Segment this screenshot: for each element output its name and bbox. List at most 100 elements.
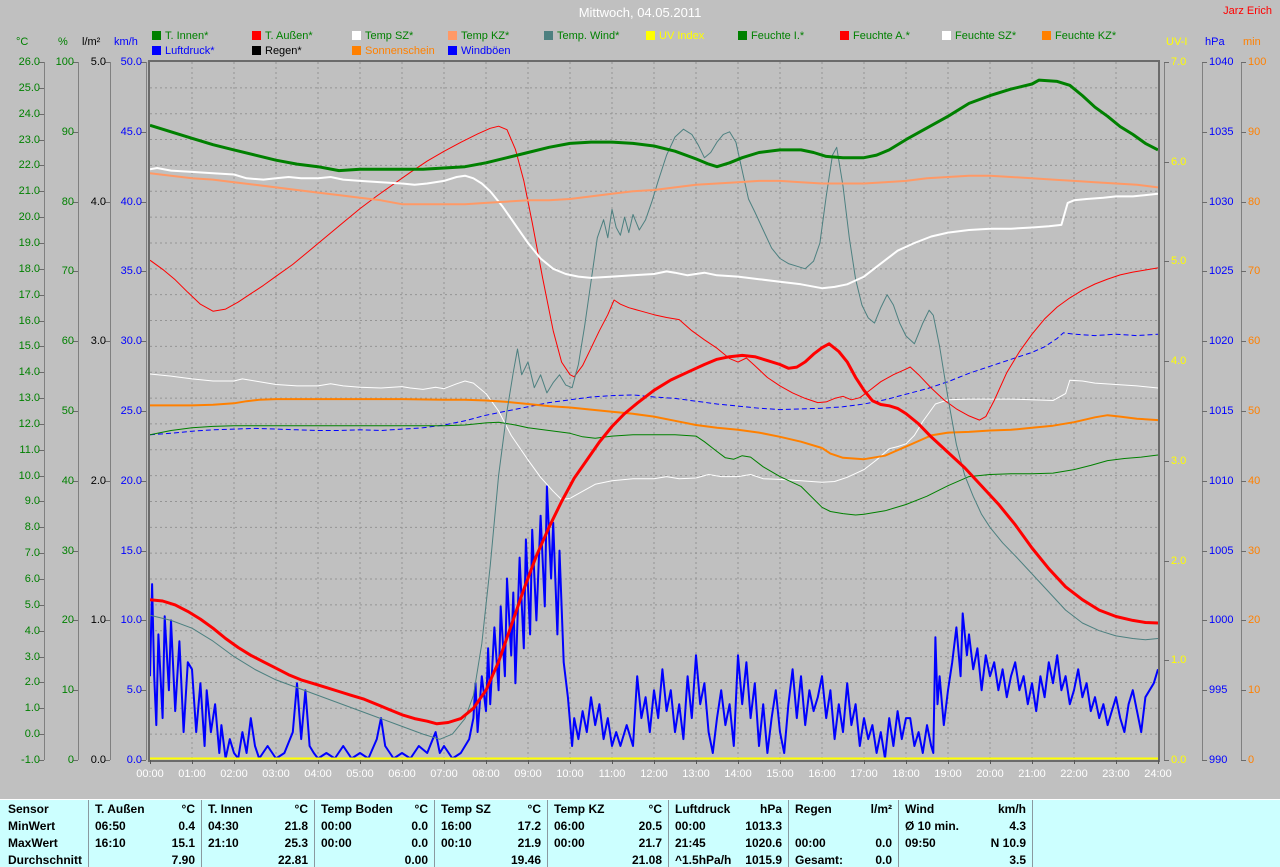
axis-tick [1202, 271, 1207, 272]
x-tick [192, 760, 193, 764]
legend-item-feuchte-sz[interactable]: Feuchte SZ* [942, 30, 1016, 42]
axis-tick [1164, 361, 1169, 362]
x-tick [318, 760, 319, 764]
legend-item-label: Feuchte KZ* [1055, 29, 1117, 42]
stat-sensor-name: Temp KZ [547, 800, 611, 817]
x-tick-label: 09:00 [514, 768, 542, 780]
legend-item-label: T. Außen* [265, 29, 313, 42]
page-title: Mittwoch, 04.05.2011 [578, 5, 702, 20]
legend-item-regen[interactable]: Regen* [252, 45, 302, 57]
legend-item-feuchte-i[interactable]: Feuchte I.* [738, 29, 805, 42]
legend-color-swatch [252, 46, 261, 55]
x-tick-label: 00:00 [136, 768, 164, 780]
axis-tick-label: 40 [1248, 475, 1261, 487]
stat-value-cell: 21.9 [517, 835, 541, 850]
axis-tick [1164, 261, 1169, 262]
stat-value-cell: 15.1 [171, 835, 195, 850]
legend-item-feuchte-kz[interactable]: Feuchte KZ* [1042, 29, 1117, 42]
axis-tick-label: 5.0 [1171, 255, 1187, 267]
legend-color-swatch [448, 31, 457, 40]
stat-sensor-name: T. Außen [88, 800, 148, 817]
stat-value-cell: 0.0 [411, 835, 428, 850]
axis-tick-label: 9.0 [24, 495, 40, 507]
stat-sensor-name: Temp SZ [434, 800, 494, 817]
stat-value-cell: 22.81 [277, 852, 308, 867]
axis-tick-label: 60 [1248, 335, 1261, 347]
stat-value-cell: 3.5 [1009, 852, 1026, 867]
x-tick-label: 10:00 [556, 768, 584, 780]
legend-item-label: Feuchte A.* [853, 29, 910, 42]
x-tick-label: 11:00 [598, 768, 626, 780]
x-tick [822, 760, 823, 764]
axis-tick [1202, 132, 1207, 133]
axis-tick-label: 14.0 [18, 366, 40, 378]
axis-tick [1241, 690, 1246, 691]
x-tick [570, 760, 571, 764]
weather-app-window: Mittwoch, 04.05.2011 Jarz Erich T. Innen… [0, 0, 1280, 867]
x-tick [234, 760, 235, 764]
x-tick [276, 760, 277, 764]
stat-time-cell: 04:30 [201, 817, 259, 834]
axis-tick-label: 0.0 [24, 728, 40, 740]
stat-time-cell [314, 851, 380, 867]
legend-color-swatch [1042, 31, 1051, 40]
legend-item-uv-index[interactable]: UV Index [646, 29, 705, 42]
stat-sensor-unit: km/h [997, 801, 1026, 816]
axis-tick-label: 100 [1248, 56, 1267, 68]
axis-tick [1241, 620, 1246, 621]
stat-sensor-unit: °C [527, 801, 541, 816]
legend-item-sonnenschein[interactable]: Sonnenschein [352, 44, 435, 57]
x-tick [612, 760, 613, 764]
x-tick-label: 14:00 [724, 768, 752, 780]
axis-tick-label: 25.0 [18, 82, 40, 94]
table-row-label: Durchschnitt [8, 852, 83, 867]
legend-item-feuchte-a[interactable]: Feuchte A.* [840, 29, 910, 42]
axis-tick-label: 4.0 [24, 625, 40, 637]
axis-tick-label: 15.0 [120, 545, 142, 557]
stat-time-cell: 00:00 [668, 817, 734, 834]
stat-value-cell: 21.8 [284, 818, 308, 833]
axis-tick [1164, 162, 1169, 163]
axis-tick-label: 8.0 [24, 521, 40, 533]
axis-tick-label: 30 [61, 545, 74, 557]
legend-item-label: UV Index [659, 29, 705, 42]
axis-line [78, 62, 79, 760]
axis-unit-C: °C [16, 36, 29, 48]
axis-tick [1164, 760, 1169, 761]
legend-color-swatch [646, 31, 655, 40]
stat-value-cell: 1020.6 [745, 835, 782, 850]
legend-item-luftdruck[interactable]: Luftdruck* [152, 45, 215, 57]
legend-item-label: Sonnenschein [365, 44, 435, 57]
legend-item-windb-en[interactable]: Windböen [448, 45, 511, 57]
axis-tick [1164, 561, 1169, 562]
axis-tick [1202, 551, 1207, 552]
axis-tick-label: 19.0 [18, 237, 40, 249]
axis-tick [1241, 411, 1246, 412]
legend-item-temp-sz[interactable]: Temp SZ* [352, 30, 413, 42]
axis-tick [1202, 620, 1207, 621]
legend-item-label: Feuchte I.* [751, 29, 805, 42]
axis-tick-label: 25.0 [120, 405, 142, 417]
stat-value-cell: 19.46 [510, 852, 541, 867]
axis-tick-label: 17.0 [18, 289, 40, 301]
stat-sensor-name: Luftdruck [668, 800, 734, 817]
table-filler-cell [1032, 834, 1280, 851]
x-tick [1116, 760, 1117, 764]
axis-tick-label: 80 [1248, 196, 1261, 208]
x-tick [486, 760, 487, 764]
legend-item-t-innen[interactable]: T. Innen* [152, 30, 208, 42]
axis-tick [1164, 660, 1169, 661]
legend-item-temp-kz[interactable]: Temp KZ* [448, 30, 509, 42]
legend-color-swatch [352, 31, 361, 40]
x-tick-label: 02:00 [220, 768, 248, 780]
stat-sensor-unit: °C [414, 801, 428, 816]
legend-item-t-au-en[interactable]: T. Außen* [252, 29, 313, 42]
axis-tick-label: 16.0 [18, 315, 40, 327]
axis-tick [1164, 62, 1169, 63]
axis-tick [1202, 690, 1207, 691]
x-tick-label: 13:00 [682, 768, 710, 780]
x-tick-label: 03:00 [262, 768, 290, 780]
stat-value-cell: 1013.3 [745, 818, 782, 833]
axis-unit-: % [58, 36, 68, 48]
legend-item-temp-wind[interactable]: Temp. Wind* [544, 30, 619, 42]
